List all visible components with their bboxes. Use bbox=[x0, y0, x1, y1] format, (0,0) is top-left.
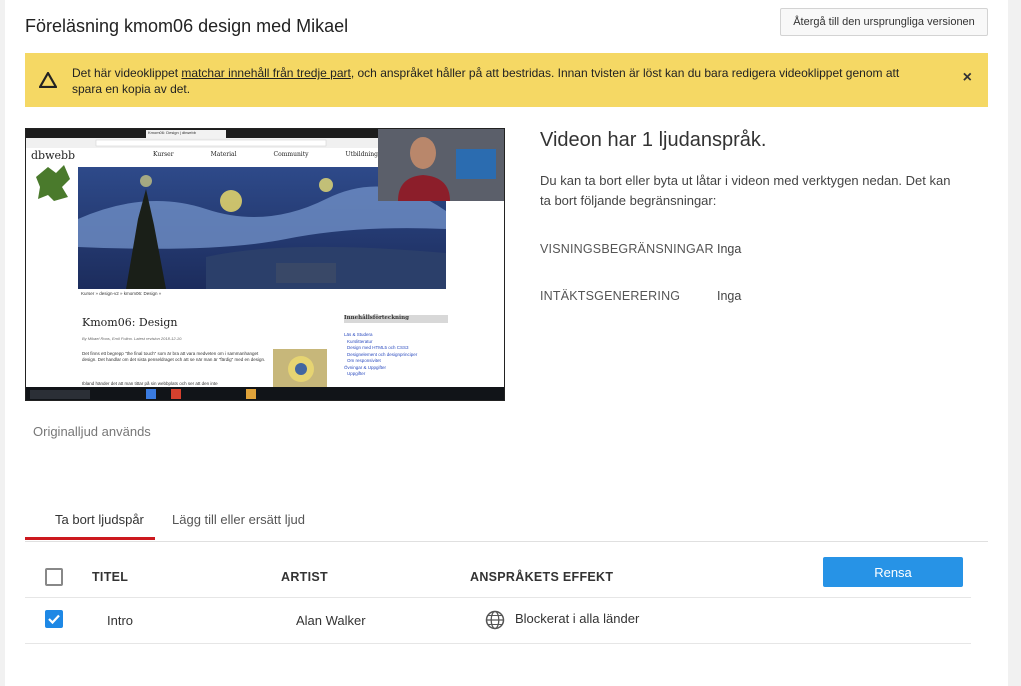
table-header: TITEL ARTIST ANSPRÅKETS EFFEKT Rensa bbox=[25, 556, 971, 598]
original-audio-label: Originalljud används bbox=[33, 424, 151, 439]
video-nav-item: Community bbox=[273, 151, 309, 158]
restrictions-label: VISNINGSBEGRÄNSNINGAR bbox=[540, 242, 714, 256]
video-body-2: Ibland händer det att man tittar på sin … bbox=[82, 381, 218, 386]
checkmark-icon bbox=[48, 614, 60, 625]
third-party-content-link[interactable]: matchar innehåll från tredje part bbox=[181, 66, 350, 80]
restrictions-value: Inga bbox=[717, 242, 742, 256]
column-artist: ARTIST bbox=[281, 570, 328, 584]
video-nav-item: Utbildning bbox=[345, 151, 378, 158]
main-panel: Föreläsning kmom06 design med Mikael Åte… bbox=[5, 0, 1008, 686]
video-nav-item: Kurser bbox=[153, 151, 174, 158]
clear-button[interactable]: Rensa bbox=[823, 557, 963, 587]
banner-text-start: Det här videoklippet bbox=[72, 66, 182, 80]
monetization-row: INTÄKTSGENERERING Inga bbox=[540, 289, 741, 303]
video-toc-title: Innehållsförteckning bbox=[344, 315, 409, 321]
warning-icon bbox=[39, 72, 57, 88]
monetization-label: INTÄKTSGENERERING bbox=[540, 289, 681, 303]
column-title: TITEL bbox=[92, 570, 129, 584]
video-toc: Läs & Studera Kurslitteratur Design med … bbox=[344, 332, 417, 378]
video-browser-tab: Kmom06: Design | dbwebb bbox=[148, 130, 196, 135]
video-logo: dbwebb bbox=[31, 149, 76, 162]
claim-warning-banner: Det här videoklippet matchar innehåll fr… bbox=[25, 53, 988, 107]
row-checkbox[interactable] bbox=[45, 610, 63, 628]
video-toc-item: Design med HTML5 och CSS3 bbox=[347, 345, 409, 350]
select-all-checkbox[interactable] bbox=[45, 568, 63, 586]
row-title: Intro bbox=[107, 613, 134, 628]
banner-text: Det här videoklippet matchar innehåll fr… bbox=[72, 65, 922, 97]
video-breadcrumb: Kurser » design-v2 » kmom06: Design » bbox=[81, 291, 162, 296]
video-body-1: Det finns ett begrepp "the final touch" … bbox=[82, 351, 266, 362]
tab-remove-audio[interactable]: Ta bort ljudspår bbox=[55, 512, 144, 527]
video-nav: Kurser Material Community Utbildning bbox=[153, 151, 378, 158]
claims-description: Du kan ta bort eller byta ut låtar i vid… bbox=[540, 173, 951, 208]
restrictions-row: VISNINGSBEGRÄNSNINGAR Inga bbox=[540, 242, 741, 256]
revert-original-button[interactable]: Återgå till den ursprungliga versionen bbox=[780, 8, 988, 36]
video-nav-item: Material bbox=[210, 151, 237, 158]
table-row: Intro Alan Walker Blockerat i alla lände… bbox=[25, 598, 971, 644]
monetization-value: Inga bbox=[717, 289, 742, 303]
audio-tabs: Ta bort ljudspår Lägg till eller ersätt … bbox=[25, 500, 988, 542]
page-title: Föreläsning kmom06 design med Mikael bbox=[25, 16, 349, 36]
row-artist: Alan Walker bbox=[296, 613, 366, 628]
active-tab-indicator bbox=[25, 537, 155, 540]
column-claim-effect: ANSPRÅKETS EFFEKT bbox=[470, 570, 614, 584]
video-preview[interactable]: dbwebb Kurser Material Community Utbildn… bbox=[25, 128, 505, 401]
video-byline: By Mikael Roos, Emil Folino. Latest revi… bbox=[82, 336, 183, 341]
video-heading: Kmom06: Design bbox=[82, 316, 178, 329]
tab-add-replace-audio[interactable]: Lägg till eller ersätt ljud bbox=[172, 512, 305, 527]
close-banner-button[interactable]: × bbox=[963, 69, 972, 87]
row-claim-effect: Blockerat i alla länder bbox=[515, 611, 640, 626]
claims-title: Videon har 1 ljudanspråk. bbox=[540, 129, 767, 151]
video-toc-item: Uppgifter bbox=[347, 371, 366, 376]
globe-icon bbox=[485, 610, 505, 630]
